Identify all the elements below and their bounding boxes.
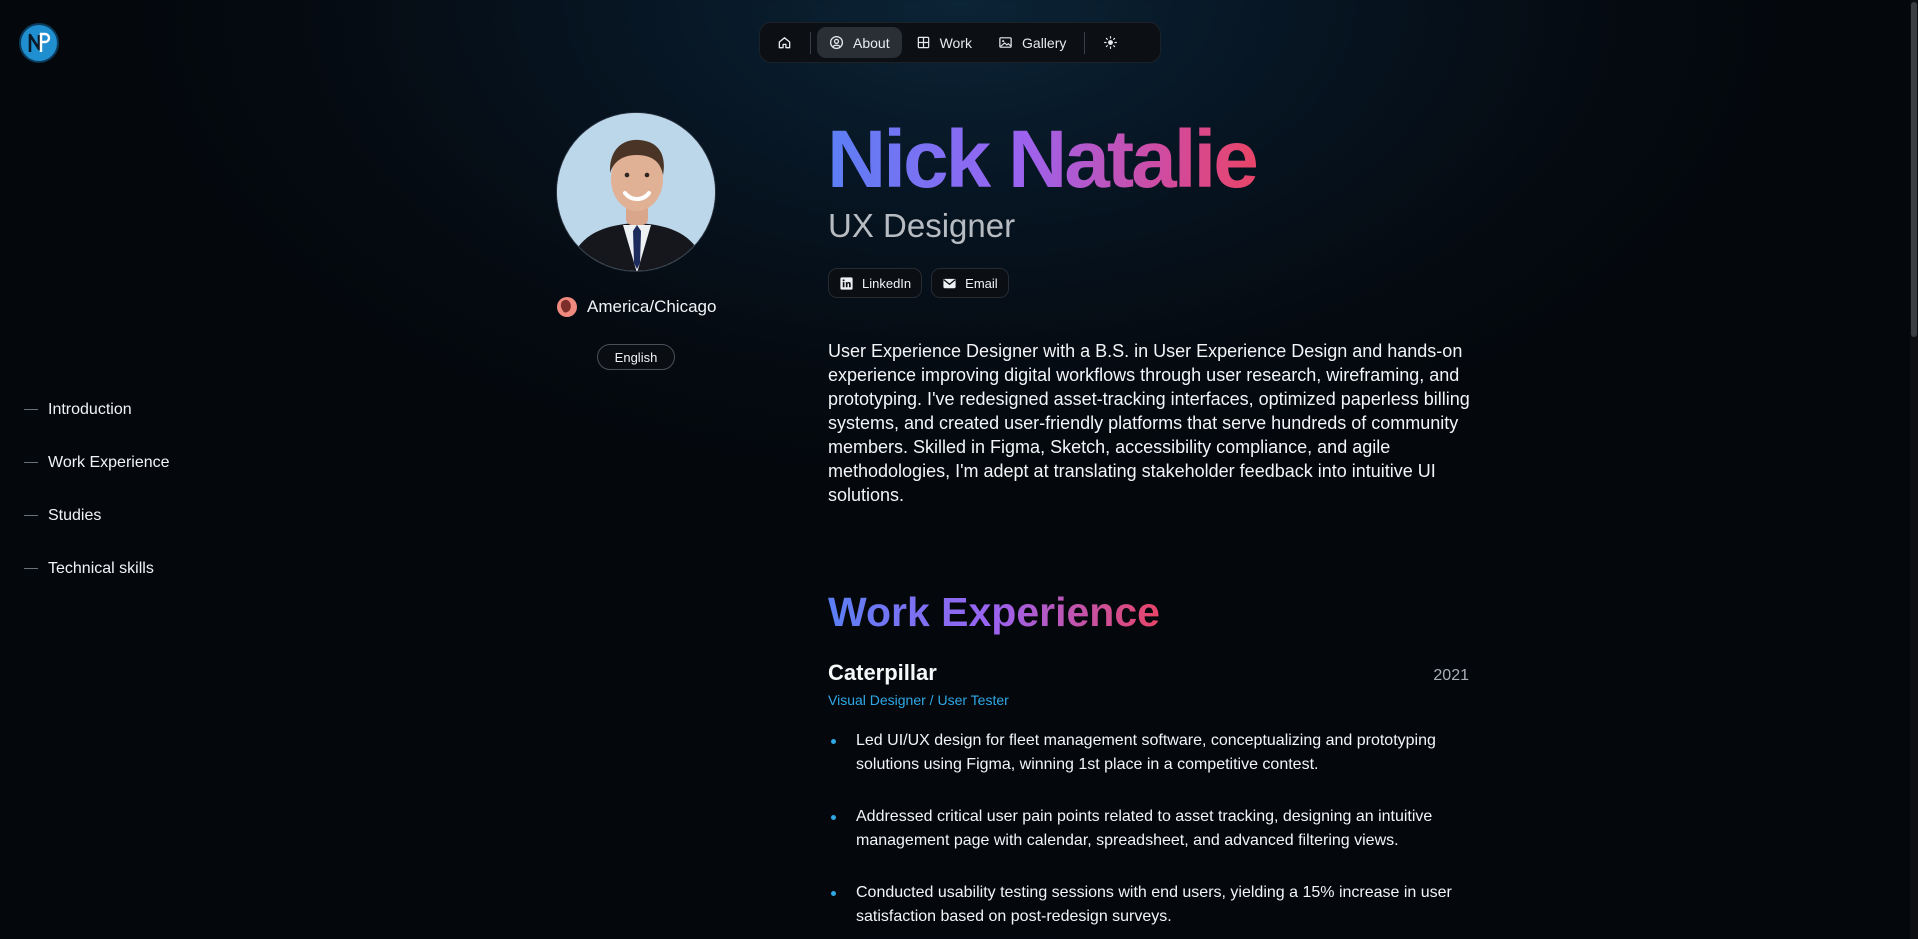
- grid-icon: [917, 36, 929, 49]
- linkedin-label: LinkedIn: [862, 275, 912, 291]
- logo-monogram-icon: [28, 32, 51, 52]
- list-item: Led UI/UX design for fleet management so…: [828, 729, 1469, 777]
- list-item: Conducted usability testing sessions wit…: [828, 881, 1469, 929]
- toc-label: Technical skills: [48, 559, 154, 577]
- nav-about-button[interactable]: About: [817, 27, 902, 58]
- home-icon: [778, 37, 791, 49]
- user-circle-icon: [829, 35, 844, 50]
- nav-gallery-button[interactable]: Gallery: [986, 27, 1078, 58]
- table-of-contents: Introduction Work Experience Studies Tec…: [24, 383, 170, 595]
- linkedin-button[interactable]: LinkedIn: [828, 268, 923, 298]
- profile-role: UX Designer: [828, 207, 1016, 244]
- toc-dash: [24, 409, 38, 410]
- job-year: 2021: [1433, 667, 1469, 684]
- email-icon: [943, 278, 956, 288]
- theme-toggle-button[interactable]: [1091, 27, 1130, 58]
- email-label: Email: [965, 275, 998, 291]
- toc-dash: [24, 462, 38, 463]
- image-icon: [999, 37, 1012, 48]
- location-label: America/Chicago: [587, 297, 717, 316]
- toc-label: Work Experience: [48, 453, 170, 471]
- toc-label: Introduction: [48, 400, 132, 418]
- nav-divider: [810, 31, 811, 54]
- nav-home-button[interactable]: [765, 27, 804, 58]
- toc-item-technical-skills[interactable]: Technical skills: [24, 542, 170, 595]
- site-logo[interactable]: [19, 23, 59, 63]
- bio-paragraph: User Experience Designer with a B.S. in …: [828, 341, 1470, 505]
- job-company: Caterpillar: [828, 660, 937, 685]
- toc-item-introduction[interactable]: Introduction: [24, 383, 170, 436]
- job-header: Caterpillar 2021: [828, 660, 1469, 686]
- toc-dash: [24, 515, 38, 516]
- list-item: Addressed critical user pain points rela…: [828, 805, 1469, 853]
- avatar-portrait: [557, 113, 715, 271]
- email-button[interactable]: Email: [931, 268, 1009, 298]
- globe-icon: [557, 297, 577, 317]
- top-navigation: About Work Gallery: [759, 22, 1161, 63]
- nav-work-label: Work: [939, 34, 973, 51]
- sun-icon: [1104, 36, 1118, 49]
- job-title: Visual Designer / User Tester: [828, 692, 1009, 708]
- nav-work-button[interactable]: Work: [904, 27, 984, 58]
- work-experience-heading: Work Experience: [828, 589, 1160, 635]
- language-badge: English: [597, 344, 675, 370]
- job-entry: Caterpillar 2021 Visual Designer / User …: [828, 660, 1469, 939]
- nav-about-label: About: [853, 34, 890, 51]
- profile-name: Nick Natalie: [827, 112, 1259, 208]
- profile-avatar: [556, 112, 716, 272]
- toc-item-work-experience[interactable]: Work Experience: [24, 436, 170, 489]
- page-scrollbar[interactable]: [1910, 0, 1918, 939]
- toc-label: Studies: [48, 506, 102, 524]
- social-links: LinkedIn Email: [828, 268, 1009, 298]
- location: America/Chicago: [557, 297, 716, 317]
- toc-item-studies[interactable]: Studies: [24, 489, 170, 542]
- linkedin-icon: [840, 276, 853, 290]
- toc-dash: [24, 568, 38, 569]
- nav-divider: [1084, 31, 1086, 54]
- nav-gallery-label: Gallery: [1022, 34, 1067, 51]
- scrollbar-thumb[interactable]: [1911, 2, 1917, 337]
- job-achievements: Led UI/UX design for fleet management so…: [828, 729, 1469, 929]
